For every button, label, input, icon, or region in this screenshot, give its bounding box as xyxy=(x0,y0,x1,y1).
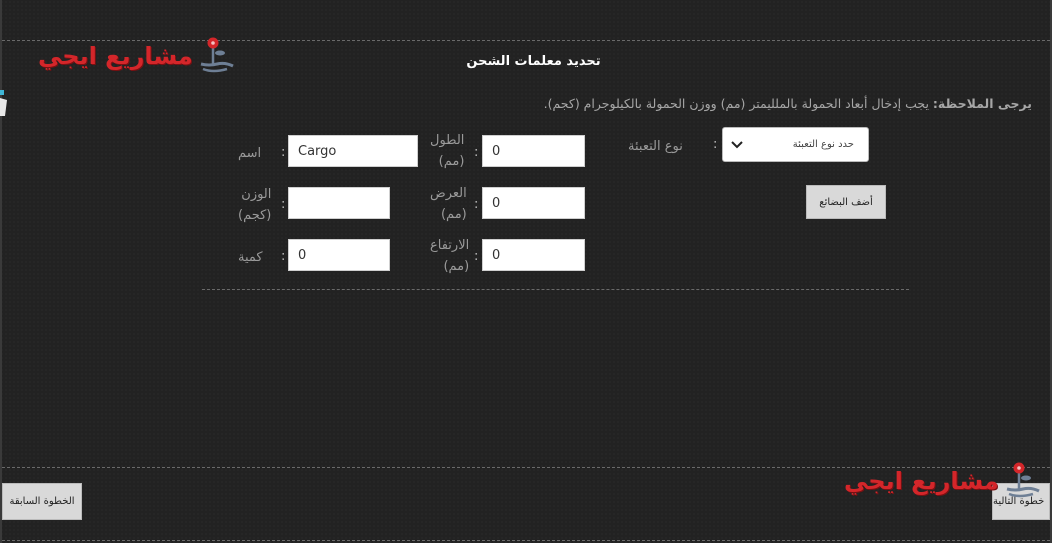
height-label: الارتفاع (مم) xyxy=(430,235,469,277)
quantity-label: كمية xyxy=(238,250,263,265)
quantity-colon: : xyxy=(281,249,286,264)
length-label: الطول (مم) xyxy=(430,130,464,172)
height-label-line1: الارتفاع xyxy=(430,238,470,253)
note-text: يرجى الملاحظة: يجب إدخال أبعاد الحمولة ب… xyxy=(544,96,1032,111)
chevron-down-icon xyxy=(731,141,743,149)
name-label: اسم xyxy=(238,146,262,161)
name-colon: : xyxy=(281,145,286,160)
add-goods-button[interactable]: أضف البضائع xyxy=(806,185,886,219)
packaging-selected-value: حدد نوع التعبئة xyxy=(792,139,854,150)
length-input[interactable] xyxy=(482,135,585,167)
footer-logo-text: مشاريع ايجي xyxy=(844,467,1000,495)
width-label-line2: (مم) xyxy=(440,207,467,222)
note-body: يجب إدخال أبعاد الحمولة بالملليمتر (مم) … xyxy=(543,96,929,111)
weight-colon: : xyxy=(281,197,286,212)
weight-input[interactable] xyxy=(288,187,390,219)
quantity-input[interactable] xyxy=(288,239,390,271)
frame-left-border xyxy=(0,0,2,543)
width-label-line1: العرض xyxy=(430,186,467,201)
name-input[interactable] xyxy=(288,135,418,167)
footer-logo-flower-icon xyxy=(1006,462,1040,498)
width-input[interactable] xyxy=(482,187,585,219)
weight-label: الوزن (كجم) xyxy=(238,184,271,226)
length-label-line1: الطول xyxy=(430,133,465,148)
length-colon: : xyxy=(474,145,479,160)
footer-logo[interactable]: مشاريع ايجي xyxy=(844,461,1047,501)
previous-step-button[interactable]: الخطوة السابقة xyxy=(2,483,82,520)
side-decoration-icon xyxy=(0,90,7,116)
length-label-line2: (مم) xyxy=(438,154,465,169)
height-label-line2: (مم) xyxy=(443,259,470,274)
bottom-divider xyxy=(2,540,1050,541)
note-label: يرجى الملاحظة: xyxy=(932,96,1032,111)
height-colon: : xyxy=(474,249,479,264)
weight-label-line1: الوزن xyxy=(241,187,272,202)
packaging-colon: : xyxy=(713,137,718,152)
packaging-type-select[interactable]: حدد نوع التعبئة xyxy=(722,127,869,162)
weight-label-line2: (كجم) xyxy=(238,208,272,223)
packaging-label: نوع التعبئة xyxy=(628,139,683,154)
page-title: تحديد معلمات الشحن xyxy=(466,54,601,69)
height-input[interactable] xyxy=(482,239,585,271)
width-label: العرض (مم) xyxy=(430,183,467,225)
width-colon: : xyxy=(474,197,479,212)
form-divider xyxy=(202,289,909,290)
